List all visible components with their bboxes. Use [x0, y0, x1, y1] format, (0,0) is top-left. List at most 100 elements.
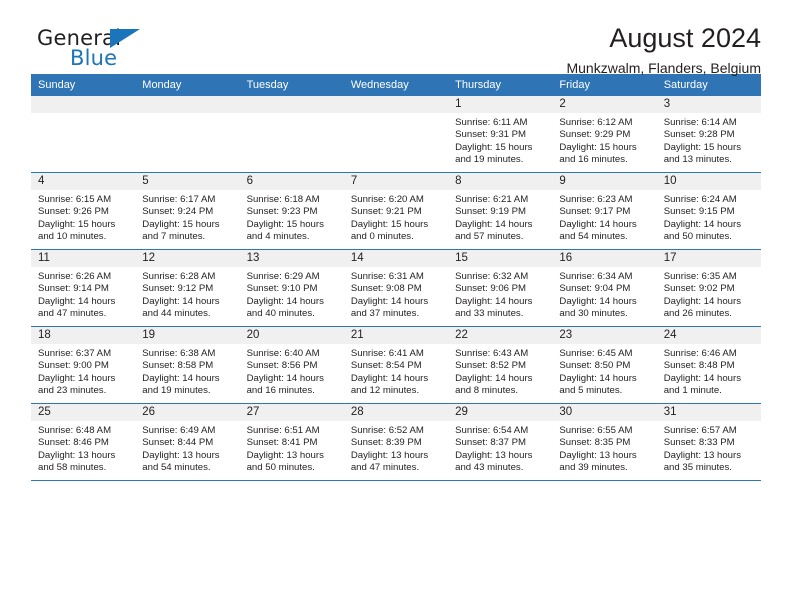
- calendar-day-cell[interactable]: 16 Sunrise: 6:34 AM Sunset: 9:04 PM Dayligh…: [552, 249, 657, 327]
- daylight-text: Daylight: 14 hours and 19 minutes.: [142, 372, 220, 397]
- day-details: Sunrise: 6:40 AM Sunset: 8:56 PM Daylight:…: [240, 344, 344, 398]
- sunset-text: Sunset: 8:33 PM: [663, 437, 735, 449]
- day-details: Sunrise: 6:51 AM Sunset: 8:41 PM Daylight:…: [240, 421, 344, 475]
- sunset-text: Sunset: 9:15 PM: [663, 206, 735, 218]
- day-details: Sunrise: 6:48 AM Sunset: 8:46 PM Daylight:…: [31, 421, 135, 475]
- weekday-header-thursday: Thursday: [448, 74, 553, 96]
- day-details: Sunrise: 6:45 AM Sunset: 8:50 PM Daylight:…: [552, 344, 656, 398]
- calendar-day-cell[interactable]: 24 Sunrise: 6:46 AM Sunset: 8:48 PM Dayligh…: [656, 326, 761, 404]
- calendar-day-cell[interactable]: 25 Sunrise: 6:48 AM Sunset: 8:46 PM Dayligh…: [31, 403, 136, 481]
- day-details: Sunrise: 6:54 AM Sunset: 8:37 PM Daylight:…: [448, 421, 552, 475]
- calendar-day-cell[interactable]: 3 Sunrise: 6:14 AM Sunset: 9:28 PM Daylight…: [656, 96, 761, 173]
- day-number: 24: [656, 327, 761, 344]
- calendar-day-cell[interactable]: 6 Sunrise: 6:18 AM Sunset: 9:23 PM Daylight…: [239, 172, 344, 250]
- calendar-day-cell[interactable]: 13 Sunrise: 6:29 AM Sunset: 9:10 PM Dayligh…: [239, 249, 344, 327]
- calendar-day-cell[interactable]: 29 Sunrise: 6:54 AM Sunset: 8:37 PM Dayligh…: [448, 403, 553, 481]
- calendar-day-cell[interactable]: 10 Sunrise: 6:24 AM Sunset: 9:15 PM Dayligh…: [656, 172, 761, 250]
- calendar-day-cell[interactable]: 17 Sunrise: 6:35 AM Sunset: 9:02 PM Dayligh…: [656, 249, 761, 327]
- sunset-text: Sunset: 8:48 PM: [663, 360, 735, 372]
- day-details: Sunrise: 6:20 AM Sunset: 9:21 PM Daylight:…: [344, 190, 448, 244]
- calendar-day-cell[interactable]: 22 Sunrise: 6:43 AM Sunset: 8:52 PM Dayligh…: [448, 326, 553, 404]
- day-number: 26: [135, 404, 240, 421]
- calendar-day-cell[interactable]: 9 Sunrise: 6:23 AM Sunset: 9:17 PM Daylight…: [552, 172, 657, 250]
- sunrise-text: Sunrise: 6:14 AM: [663, 117, 737, 128]
- day-number: 2: [552, 96, 657, 113]
- calendar-day-cell[interactable]: 21 Sunrise: 6:41 AM Sunset: 8:54 PM Dayligh…: [343, 326, 449, 404]
- sunrise-text: Sunrise: 6:40 AM: [246, 348, 320, 359]
- sunset-text: Sunset: 8:37 PM: [455, 437, 527, 449]
- calendar-day-cell[interactable]: 4 Sunrise: 6:15 AM Sunset: 9:26 PM Daylight…: [31, 172, 136, 250]
- day-number: 30: [552, 404, 657, 421]
- sunrise-text: Sunrise: 6:38 AM: [142, 348, 216, 359]
- daylight-text: Daylight: 14 hours and 30 minutes.: [559, 295, 637, 320]
- sunset-text: Sunset: 9:00 PM: [38, 360, 109, 372]
- sunrise-text: Sunrise: 6:29 AM: [246, 271, 320, 282]
- logo-text-blue: Blue: [70, 46, 118, 70]
- day-number: [135, 96, 240, 113]
- sunrise-text: Sunrise: 6:11 AM: [455, 117, 528, 128]
- calendar-day-cell[interactable]: 31 Sunrise: 6:57 AM Sunset: 8:33 PM Dayligh…: [656, 403, 761, 481]
- daylight-text: Daylight: 14 hours and 40 minutes.: [246, 295, 324, 320]
- day-number: 29: [448, 404, 553, 421]
- calendar-day-cell[interactable]: 7 Sunrise: 6:20 AM Sunset: 9:21 PM Daylight…: [343, 172, 449, 250]
- calendar-day-cell[interactable]: 1 Sunrise: 6:11 AM Sunset: 9:31 PM Daylight…: [448, 96, 553, 173]
- sunset-text: Sunset: 8:52 PM: [455, 360, 527, 372]
- day-details: Sunrise: 6:17 AM Sunset: 9:24 PM Daylight:…: [135, 190, 239, 244]
- sunset-text: Sunset: 8:56 PM: [246, 360, 318, 372]
- day-number: 8: [448, 173, 553, 190]
- calendar-cell-empty: [239, 96, 344, 173]
- calendar-cell-empty: [135, 96, 240, 173]
- sunrise-text: Sunrise: 6:26 AM: [38, 271, 112, 282]
- sunset-text: Sunset: 9:04 PM: [559, 283, 631, 295]
- sunset-text: Sunset: 9:08 PM: [350, 283, 422, 295]
- day-details: Sunrise: 6:15 AM Sunset: 9:26 PM Daylight:…: [31, 190, 135, 244]
- calendar-day-cell[interactable]: 12 Sunrise: 6:28 AM Sunset: 9:12 PM Dayligh…: [135, 249, 240, 327]
- calendar-cell-empty: [31, 96, 136, 173]
- day-number: 3: [656, 96, 761, 113]
- daylight-text: Daylight: 14 hours and 12 minutes.: [350, 372, 429, 397]
- calendar-day-cell[interactable]: 2 Sunrise: 6:12 AM Sunset: 9:29 PM Daylight…: [552, 96, 657, 173]
- day-details: Sunrise: 6:57 AM Sunset: 8:33 PM Daylight:…: [657, 421, 761, 475]
- calendar-day-cell[interactable]: 14 Sunrise: 6:31 AM Sunset: 9:08 PM Dayligh…: [343, 249, 449, 327]
- general-blue-logo[interactable]: General Blue: [37, 26, 217, 74]
- sunrise-text: Sunrise: 6:41 AM: [350, 348, 424, 359]
- sunset-text: Sunset: 9:14 PM: [38, 283, 109, 295]
- sunset-text: Sunset: 8:44 PM: [142, 437, 214, 449]
- calendar-day-cell[interactable]: 8 Sunrise: 6:21 AM Sunset: 9:19 PM Daylight…: [448, 172, 553, 250]
- day-details: Sunrise: 6:32 AM Sunset: 9:06 PM Daylight:…: [448, 267, 552, 321]
- calendar-day-cell[interactable]: 27 Sunrise: 6:51 AM Sunset: 8:41 PM Dayligh…: [239, 403, 344, 481]
- page-subtitle: Munkzwalm, Flanders, Belgium: [566, 60, 761, 76]
- day-number: 31: [656, 404, 761, 421]
- sunrise-text: Sunrise: 6:12 AM: [559, 117, 633, 128]
- day-details: Sunrise: 6:49 AM Sunset: 8:44 PM Daylight:…: [135, 421, 239, 475]
- calendar-day-cell[interactable]: 26 Sunrise: 6:49 AM Sunset: 8:44 PM Dayligh…: [135, 403, 240, 481]
- calendar-day-cell[interactable]: 15 Sunrise: 6:32 AM Sunset: 9:06 PM Dayligh…: [448, 249, 553, 327]
- day-number: [239, 96, 344, 113]
- calendar-day-cell[interactable]: 19 Sunrise: 6:38 AM Sunset: 8:58 PM Dayligh…: [135, 326, 240, 404]
- sunrise-text: Sunrise: 6:54 AM: [455, 425, 529, 436]
- sunset-text: Sunset: 8:39 PM: [350, 437, 422, 449]
- daylight-text: Daylight: 14 hours and 54 minutes.: [559, 218, 637, 243]
- day-number: 25: [31, 404, 136, 421]
- calendar-week-row: 1 Sunrise: 6:11 AM Sunset: 9:31 PM Daylight…: [31, 96, 761, 173]
- daylight-text: Daylight: 14 hours and 16 minutes.: [246, 372, 324, 397]
- day-details: Sunrise: 6:34 AM Sunset: 9:04 PM Daylight:…: [552, 267, 656, 321]
- calendar-day-cell[interactable]: 23 Sunrise: 6:45 AM Sunset: 8:50 PM Dayligh…: [552, 326, 657, 404]
- calendar-day-cell[interactable]: 11 Sunrise: 6:26 AM Sunset: 9:14 PM Dayligh…: [31, 249, 136, 327]
- calendar-day-cell[interactable]: 20 Sunrise: 6:40 AM Sunset: 8:56 PM Dayligh…: [239, 326, 344, 404]
- calendar-day-cell[interactable]: 18 Sunrise: 6:37 AM Sunset: 9:00 PM Dayligh…: [31, 326, 136, 404]
- day-number: 10: [656, 173, 761, 190]
- day-details: Sunrise: 6:26 AM Sunset: 9:14 PM Daylight:…: [31, 267, 135, 321]
- day-details: Sunrise: 6:37 AM Sunset: 9:00 PM Daylight:…: [31, 344, 135, 398]
- calendar-day-cell[interactable]: 5 Sunrise: 6:17 AM Sunset: 9:24 PM Daylight…: [135, 172, 240, 250]
- calendar-week-row: 4 Sunrise: 6:15 AM Sunset: 9:26 PM Daylight…: [31, 172, 761, 250]
- day-details: Sunrise: 6:31 AM Sunset: 9:08 PM Daylight:…: [344, 267, 448, 321]
- calendar-day-cell[interactable]: 30 Sunrise: 6:55 AM Sunset: 8:35 PM Dayligh…: [552, 403, 657, 481]
- day-details: Sunrise: 6:29 AM Sunset: 9:10 PM Daylight:…: [240, 267, 344, 321]
- day-number: 19: [135, 327, 240, 344]
- sunrise-text: Sunrise: 6:18 AM: [246, 194, 320, 205]
- daylight-text: Daylight: 15 hours and 19 minutes.: [455, 141, 533, 166]
- calendar-day-cell[interactable]: 28 Sunrise: 6:52 AM Sunset: 8:39 PM Dayligh…: [343, 403, 449, 481]
- day-details: Sunrise: 6:43 AM Sunset: 8:52 PM Daylight:…: [448, 344, 552, 398]
- daylight-text: Daylight: 13 hours and 50 minutes.: [246, 449, 324, 474]
